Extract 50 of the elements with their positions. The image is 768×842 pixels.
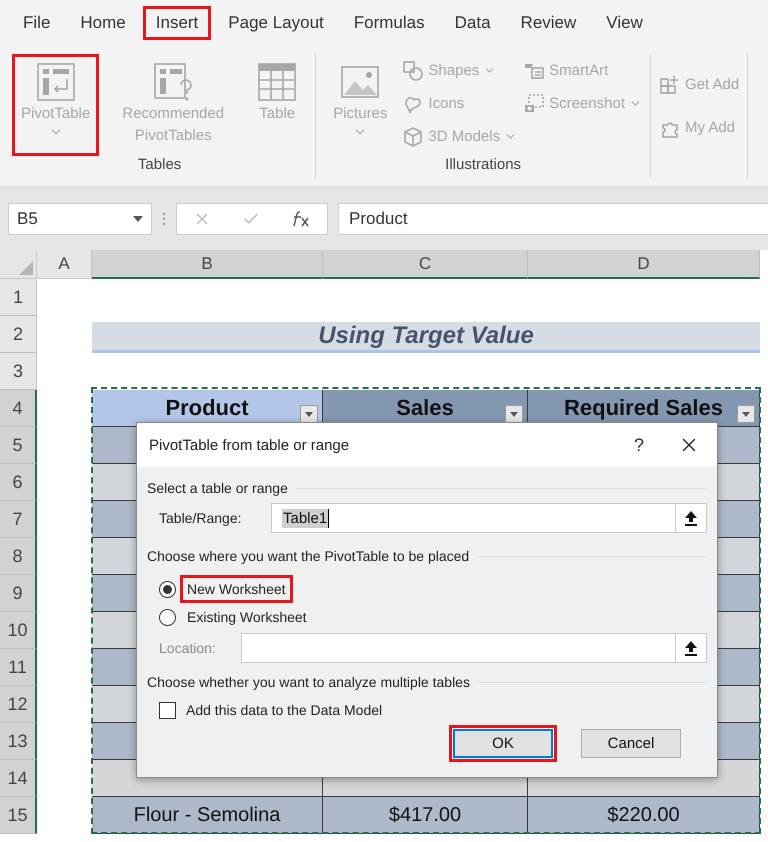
row-header[interactable]: 7 xyxy=(0,501,37,538)
radio-label[interactable]: New Worksheet xyxy=(180,575,293,603)
row-header[interactable]: 8 xyxy=(0,538,37,575)
row-header[interactable]: 12 xyxy=(0,686,37,723)
section-heading: Choose whether you want to analyze multiple tables xyxy=(147,674,470,690)
dialog-button[interactable]: OK xyxy=(449,725,557,762)
header-text: Sales xyxy=(396,395,454,421)
range-field[interactable]: Table1 xyxy=(271,503,707,533)
row-header[interactable]: 6 xyxy=(0,464,37,501)
row-header[interactable]: 11 xyxy=(0,649,37,686)
field-label: Table/Range: xyxy=(159,510,242,526)
row-header[interactable]: 14 xyxy=(0,760,37,797)
row-header[interactable]: 9 xyxy=(0,575,37,612)
table-cell: Flour - Semolina xyxy=(92,797,323,834)
column-header[interactable]: C xyxy=(323,250,528,279)
sheet-title: Using Target Value xyxy=(92,322,760,353)
header-text: Product xyxy=(165,395,249,421)
ribbon-tab[interactable]: Page Layout xyxy=(215,6,337,40)
row-header[interactable]: 5 xyxy=(0,427,37,464)
row-header[interactable]: 13 xyxy=(0,723,37,760)
group-label: Illustrations xyxy=(444,156,522,175)
ribbon-tab[interactable]: Formulas xyxy=(340,6,438,40)
dialog-title: PivotTable from table or range xyxy=(149,436,350,454)
column-header[interactable]: D xyxy=(528,250,760,279)
field-label: Location: xyxy=(159,640,216,656)
name-box[interactable]: B5 xyxy=(8,203,152,235)
row-header[interactable]: 1 xyxy=(0,279,37,316)
header-text: Required Sales xyxy=(564,395,723,421)
radio-label[interactable]: Existing Worksheet xyxy=(180,603,314,631)
column-header[interactable]: B xyxy=(92,250,323,279)
checkbox-label: Add this data to the Data Model xyxy=(186,702,382,718)
table-cell: $417.00 xyxy=(323,797,528,834)
row-header[interactable]: 3 xyxy=(0,353,37,390)
section-heading: Choose where you want the PivotTable to be placed xyxy=(147,548,470,564)
section-heading: Select a table or range xyxy=(147,480,288,496)
column-header[interactable]: A xyxy=(37,250,92,279)
row-header[interactable]: 2 xyxy=(0,316,37,353)
formula-field[interactable]: Product xyxy=(338,203,768,235)
ribbon-tab[interactable]: Review xyxy=(508,6,590,40)
row-header[interactable]: 10 xyxy=(0,612,37,649)
ribbon-tab[interactable]: Home xyxy=(67,6,139,40)
group-label: Tables xyxy=(136,156,182,175)
ribbon-tab[interactable]: View xyxy=(593,6,656,40)
row-header[interactable]: 4 xyxy=(0,390,37,427)
ribbon-tab[interactable]: Insert xyxy=(142,6,212,40)
ribbon-tab[interactable]: File xyxy=(10,6,64,40)
table-cell: $220.00 xyxy=(528,797,760,834)
help-button[interactable]: ? xyxy=(617,434,661,456)
ribbon-tab[interactable]: Data xyxy=(442,6,504,40)
row-header[interactable]: 15 xyxy=(0,797,37,834)
